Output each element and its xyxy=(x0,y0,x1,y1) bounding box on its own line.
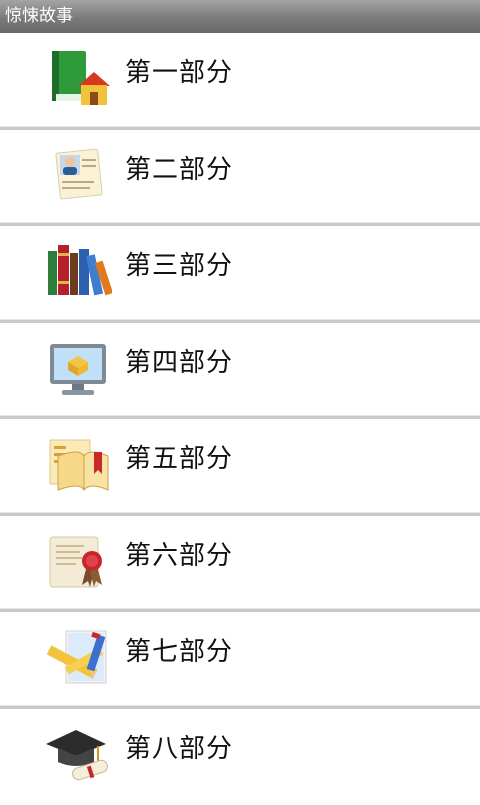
list-item-label: 第三部分 xyxy=(125,226,233,319)
app-title-bar: 惊悚故事 xyxy=(0,0,480,33)
open-book-icon xyxy=(44,434,112,496)
list-item-part-3[interactable]: 第三部分 xyxy=(0,226,480,323)
list-item-label: 第二部分 xyxy=(125,130,233,223)
list-item-label: 第六部分 xyxy=(125,516,233,609)
certificate-seal-icon xyxy=(44,531,112,593)
list-item-part-1[interactable]: 第一部分 xyxy=(0,33,480,130)
ruler-pencil-icon xyxy=(44,627,112,689)
profile-card-icon xyxy=(44,145,112,207)
list-item-part-6[interactable]: 第六部分 xyxy=(0,516,480,613)
list-item-part-2[interactable]: 第二部分 xyxy=(0,130,480,227)
list-item-part-8[interactable]: 第八部分 xyxy=(0,709,480,805)
section-list: 第一部分 第二部分 xyxy=(0,33,480,805)
list-item-part-4[interactable]: 第四部分 xyxy=(0,323,480,420)
list-item-part-7[interactable]: 第七部分 xyxy=(0,612,480,709)
books-icon xyxy=(44,241,112,303)
list-item-label: 第五部分 xyxy=(125,419,233,512)
monitor-icon xyxy=(44,338,112,400)
app-title: 惊悚故事 xyxy=(5,6,73,26)
list-item-part-5[interactable]: 第五部分 xyxy=(0,419,480,516)
list-item-label: 第一部分 xyxy=(125,33,233,126)
list-item-label: 第七部分 xyxy=(125,612,233,705)
graduation-cap-icon xyxy=(44,724,112,786)
book-home-icon xyxy=(44,48,112,110)
list-item-label: 第四部分 xyxy=(125,323,233,416)
list-item-label: 第八部分 xyxy=(125,709,233,802)
